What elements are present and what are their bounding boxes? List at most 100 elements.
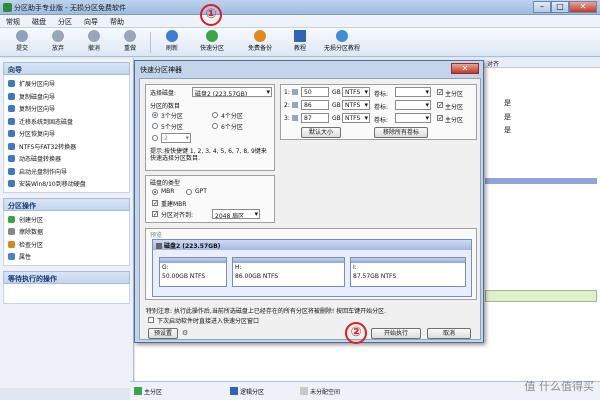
sidebar-item-migrate-os[interactable]: 迁移系统到固态磁盘: [4, 115, 129, 128]
sidebar-item-wipe-data[interactable]: 擦除数据: [4, 225, 129, 238]
wizard-icon: [8, 155, 15, 162]
partition-3-label[interactable]: [395, 113, 431, 123]
disk-map-header: 磁盘2 (223.57GB): [153, 240, 471, 250]
table-cell: 是: [504, 99, 511, 107]
refresh-icon: [166, 30, 178, 42]
lossless-tutorial-button[interactable]: 无损分区教程: [318, 30, 366, 55]
partition-ops-panel-title[interactable]: 分区操作: [3, 197, 130, 211]
partition-2-fs[interactable]: NTFS: [342, 100, 370, 110]
partition-bar-g[interactable]: G: 50.00GB NTFS: [159, 257, 227, 287]
annotation-marker-2: ②: [345, 322, 367, 344]
partition-1-label[interactable]: [395, 87, 431, 97]
annotation-marker-1: ①: [200, 4, 222, 26]
align-checkbox[interactable]: ✓: [152, 211, 158, 218]
wizard-panel-title[interactable]: 向导: [3, 62, 130, 75]
menu-disk[interactable]: 磁盘: [26, 15, 52, 27]
sidebar-item-bootable-media[interactable]: 启动光盘制作向导: [4, 165, 129, 178]
wipe-icon: [8, 228, 15, 235]
radio-4-partitions[interactable]: [212, 112, 218, 118]
radio-5-partitions[interactable]: [152, 123, 158, 129]
quick-partition-icon: [206, 30, 218, 42]
align-select[interactable]: 2048 扇区: [212, 209, 260, 219]
partition-1-size[interactable]: 50: [301, 87, 329, 97]
disk-bar-strip: [485, 290, 597, 302]
partition-settings-group: 1: 50 GB NTFS 卷标: ✓主分区 2: 86 GB NTFS 卷标:…: [280, 84, 477, 140]
tutorial-button[interactable]: 教程: [282, 30, 318, 55]
disk-map: 磁盘2 (223.57GB) G: 50.00GB NTFS H: 86.00GB …: [152, 239, 472, 297]
radio-mbr[interactable]: [152, 189, 158, 195]
undo-button[interactable]: 撤消: [76, 30, 112, 55]
redo-icon: [124, 30, 136, 42]
redo-button[interactable]: 重做: [112, 30, 148, 55]
radio-6-partitions[interactable]: [212, 123, 218, 129]
partition-2-size[interactable]: 86: [301, 100, 329, 110]
primary-swatch-icon: [134, 387, 142, 395]
rebuild-mbr-checkbox[interactable]: ✓: [152, 200, 158, 207]
radio-gpt[interactable]: [186, 189, 192, 195]
wizard-icon: [8, 130, 15, 137]
dialog-close-button[interactable]: ✕: [451, 63, 479, 74]
clear-labels-button[interactable]: 移除所有卷标: [374, 127, 428, 138]
minimize-button[interactable]: –: [533, 1, 551, 13]
disk-bar-strip: [485, 178, 597, 184]
legend-bar: 主分区 逻辑分区 未分配空间 值 什么值得买: [130, 380, 600, 400]
wizard-icon: [8, 92, 15, 100]
sidebar-item-partition-recovery[interactable]: 分区恢复向导: [4, 127, 129, 140]
close-button[interactable]: ✕: [569, 1, 597, 13]
maximize-button[interactable]: □: [551, 1, 569, 13]
partition-2-primary-checkbox[interactable]: ✓: [437, 102, 443, 109]
dialog-title: 快速分区神器: [140, 66, 182, 74]
start-button[interactable]: 开始执行: [371, 328, 421, 339]
menu-bar: 常规 磁盘 分区 向导 帮助: [0, 15, 600, 28]
partition-1-primary-checkbox[interactable]: ✓: [437, 89, 443, 96]
partition-3-size[interactable]: 87: [301, 113, 329, 123]
custom-count-spinner[interactable]: 2: [161, 133, 191, 143]
toolbar: 提交 放弃 撤消 重做 刷新 快速分区 免费备份 教程 无损分区教程: [0, 28, 600, 57]
default-size-button[interactable]: 默认大小: [301, 127, 341, 138]
sidebar-item-dynamic-disk[interactable]: 动态磁盘转换器: [4, 152, 129, 165]
partition-1-fs[interactable]: NTFS: [342, 87, 370, 97]
hint-text: 提示:按快捷键 1, 2, 3, 4, 5, 6, 7, 8, 9键来快速选择分…: [150, 148, 267, 162]
menu-general[interactable]: 常规: [0, 15, 26, 27]
logical-swatch-icon: [230, 387, 238, 395]
partition-2-label[interactable]: [395, 100, 431, 110]
submit-button[interactable]: 提交: [4, 30, 40, 55]
partition-bar-h[interactable]: H: 86.00GB NTFS: [232, 257, 345, 287]
radio-3-partitions[interactable]: [152, 112, 158, 118]
cancel-button[interactable]: 取消: [427, 328, 471, 339]
undo-icon: [88, 30, 100, 42]
sidebar-item-copy-partition[interactable]: 复制分区向导: [4, 102, 129, 115]
wizard-icon: [8, 142, 15, 150]
radio-custom-count[interactable]: [152, 135, 158, 141]
quick-partition-button[interactable]: 快速分区: [192, 30, 232, 55]
partition-3-primary-checkbox[interactable]: ✓: [437, 115, 443, 122]
check-icon: [16, 30, 28, 42]
partition-3-fs[interactable]: NTFS: [342, 113, 370, 123]
next-time-checkbox[interactable]: [148, 317, 154, 323]
tutorial-icon: [336, 30, 348, 42]
discard-button[interactable]: 放弃: [40, 30, 76, 55]
warning-text: 特别注意: 执行此操作后,当前所选磁盘上已经存在的所有分区将被删除! 按回车键开…: [146, 308, 387, 315]
sidebar-item-copy-disk[interactable]: 复制磁盘向导: [4, 90, 129, 103]
quick-partition-dialog: 快速分区神器 ✕ 选择磁盘: 磁盘2 (223.57GB) 分区的数目 3个分区…: [134, 60, 484, 343]
refresh-button[interactable]: 刷新: [154, 30, 190, 55]
preset-button[interactable]: 预设置: [148, 328, 178, 339]
wizard-icon: [8, 80, 15, 87]
disk-type-group: 磁盘的类型 MBR GPT ✓ 重建MBR ✓ 分区对齐到: 2048 扇区: [145, 175, 275, 223]
sidebar-item-ntfs-fat32[interactable]: NTFS与FAT32转换器: [4, 140, 129, 153]
sidebar-item-check-partition[interactable]: 检查分区: [4, 238, 129, 251]
partition-bar-i[interactable]: I: 87.57GB NTFS: [350, 257, 466, 287]
book-icon: [294, 30, 306, 42]
menu-wizard[interactable]: 向导: [78, 15, 104, 27]
preview-group: 预览 磁盘2 (223.57GB) G: 50.00GB NTFS H: 86.00…: [145, 228, 477, 300]
menu-help[interactable]: 帮助: [104, 15, 130, 27]
pending-ops-panel-title[interactable]: 等待执行的操作: [3, 270, 130, 284]
sidebar-item-extend-partition[interactable]: 扩展分区向导: [4, 77, 129, 90]
menu-partition[interactable]: 分区: [52, 15, 78, 27]
legend-unallocated: 未分配空间: [300, 387, 340, 396]
disk-select[interactable]: 磁盘2 (223.57GB): [192, 87, 272, 97]
sidebar-item-properties[interactable]: 属性: [4, 250, 129, 263]
free-backup-button[interactable]: 免费备份: [240, 30, 280, 55]
sidebar-item-windows-to-go[interactable]: 安装Win8/10到移动硬盘: [4, 177, 129, 190]
sidebar-item-create-partition[interactable]: 创建分区: [4, 213, 129, 226]
